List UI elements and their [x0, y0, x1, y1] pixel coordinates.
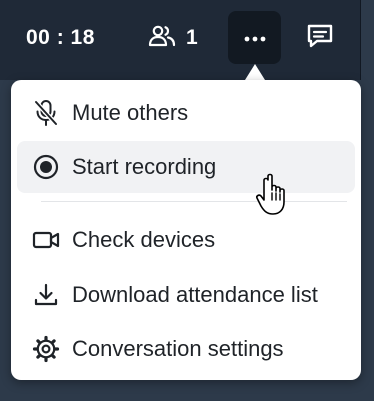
download-icon — [31, 280, 61, 310]
menu-caret — [245, 64, 265, 80]
menu-item-label: Mute others — [72, 100, 189, 125]
menu-item-download-attendance-list[interactable]: Download attendance list — [17, 269, 355, 321]
mic-off-icon — [31, 98, 61, 128]
menu-item-mute-others[interactable]: Mute others — [17, 87, 355, 139]
menu-item-label: Check devices — [72, 227, 216, 252]
menu-item-conversation-settings[interactable]: Conversation settings — [17, 323, 355, 375]
more-options-menu: Mute others Start recording Check device… — [11, 80, 361, 380]
menu-item-check-devices[interactable]: Check devices — [17, 214, 355, 266]
record-icon — [31, 152, 61, 182]
menu-item-label: Conversation settings — [72, 336, 284, 361]
call-toolbar: 00 : 18 1 — [0, 0, 361, 80]
participants-button[interactable]: 1 — [148, 24, 198, 52]
people-icon — [148, 24, 176, 53]
gear-icon — [31, 334, 61, 364]
participants-count: 1 — [186, 26, 198, 49]
chat-icon — [305, 21, 335, 56]
video-camera-icon — [31, 225, 61, 255]
menu-item-label: Download attendance list — [72, 282, 318, 307]
chat-button[interactable] — [304, 22, 336, 54]
call-timer: 00 : 18 — [26, 26, 95, 49]
menu-item-start-recording[interactable]: Start recording — [17, 141, 355, 193]
more-options-button[interactable] — [228, 11, 281, 64]
menu-divider — [41, 201, 347, 202]
menu-item-label: Start recording — [72, 154, 217, 179]
more-horizontal-icon — [244, 29, 266, 47]
hand-pointer-cursor — [254, 172, 294, 218]
